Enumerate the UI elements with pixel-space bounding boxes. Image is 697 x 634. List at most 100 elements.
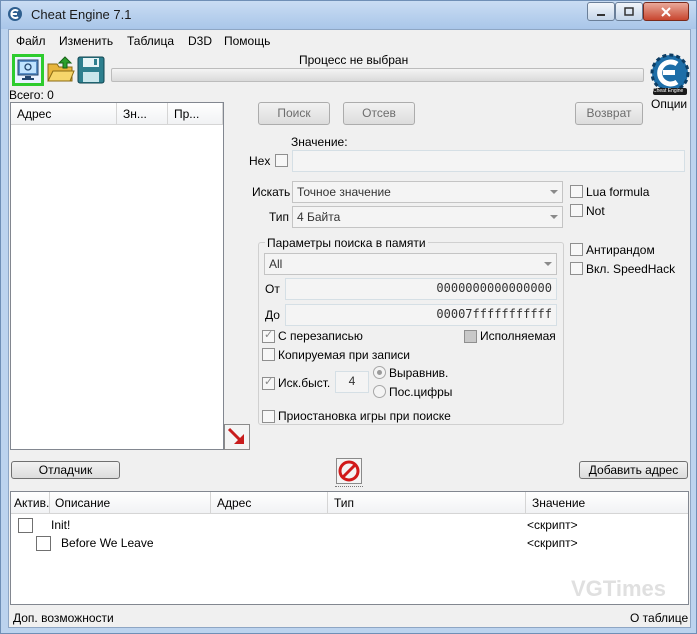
last-digits-radio[interactable] [373,385,386,398]
unrandomizer-checkbox[interactable] [570,243,583,256]
lua-formula-label: Lua formula [586,185,650,199]
menu-edit[interactable]: Изменить [59,34,113,48]
computer-icon [17,59,39,80]
logo-text: Cheat Engine [653,88,684,94]
process-label: Процесс не выбран [299,53,409,67]
hex-label: Hex [249,154,271,168]
lua-formula-checkbox[interactable] [570,185,583,198]
executable-checkbox[interactable] [464,330,477,343]
memory-region-value: All [269,257,283,271]
row-active-checkbox[interactable] [18,518,33,533]
scan-type-label: Искать [252,185,291,199]
not-checkbox[interactable] [570,204,583,217]
list-col-active[interactable]: Актив. [11,492,50,514]
last-digits-label: Пос.цифры [389,385,453,399]
close-button[interactable] [643,2,689,21]
stop-address-input[interactable]: 00007fffffffffff [285,304,557,326]
memory-view-button[interactable]: Отладчик [11,461,120,479]
minimize-button[interactable] [587,2,615,21]
fast-scan-label: Иск.быст. [278,376,331,390]
speedhack-label: Вкл. SpeedHack [586,262,676,276]
value-label: Значение: [291,135,348,149]
speedhack-checkbox[interactable] [570,262,583,275]
client-area: Файл Изменить Таблица D3D Помощь Процесс… [8,29,691,628]
menu-file[interactable]: Файл [16,34,46,48]
value-input[interactable] [292,150,685,172]
select-process-button[interactable] [12,54,44,86]
maximize-icon [624,6,634,16]
to-label: До [265,308,280,322]
row-description: Before We Leave [61,536,154,550]
open-folder-icon [47,56,75,82]
results-col-address[interactable]: Адрес [11,103,117,125]
title-bar[interactable]: Cheat Engine 7.1 [1,1,696,29]
executable-label: Исполняемая [480,329,556,343]
save-table-button[interactable] [76,55,106,85]
address-list[interactable]: Актив. Описание Адрес Тип Значение Init!… [10,491,689,605]
no-entry-icon [338,460,360,482]
found-count: Всего: 0 [9,88,54,102]
alignment-label: Выравнив. [389,366,449,380]
scan-type-select[interactable]: Точное значение [292,181,563,203]
fast-scan-value-input[interactable]: 4 [335,371,369,393]
settings-label: Опции [651,97,688,111]
alignment-radio[interactable] [373,366,386,379]
splitter-grip [335,486,363,488]
value-type-select[interactable]: 4 Байта [292,206,563,228]
memory-region-select[interactable]: All [264,253,557,275]
row-value: <скрипт> [527,518,578,532]
pause-game-checkbox[interactable] [262,410,275,423]
scan-progress-bar [111,68,644,82]
watermark: VGTimes [571,576,666,601]
splitter[interactable] [9,484,690,490]
memory-scan-options-title: Параметры поиска в памяти [265,236,428,250]
arrow-down-right-icon [227,427,244,444]
minimize-icon [597,13,605,16]
row-description: Init! [51,518,71,532]
writable-label: С перезаписью [278,329,363,343]
undo-scan-button[interactable]: Возврат [575,102,643,125]
value-type-value: 4 Байта [297,210,341,224]
main-window: Cheat Engine 7.1 Файл Изменить Таблица D… [0,0,697,634]
row-value: <скрипт> [527,536,578,550]
results-col-previous[interactable]: Пр... [168,103,223,125]
menu-bar: Файл Изменить Таблица D3D Помощь [9,30,690,52]
table-extras-link[interactable]: О таблице [630,611,688,625]
maximize-button[interactable] [615,2,643,21]
cheat-engine-icon [8,7,22,21]
writable-checkbox[interactable] [262,328,275,343]
value-type-label: Тип [269,210,290,224]
list-col-address[interactable]: Адрес [211,492,328,514]
row-active-checkbox[interactable] [36,536,51,551]
start-address-input[interactable]: 0000000000000000 [285,278,557,300]
floppy-disk-icon [77,56,105,84]
chevron-down-icon [544,262,552,266]
unrandomizer-label: Антирандом [586,243,655,257]
menu-table[interactable]: Таблица [127,34,174,48]
list-col-value[interactable]: Значение [526,492,688,514]
menu-d3d[interactable]: D3D [188,34,212,48]
menu-help[interactable]: Помощь [224,34,270,48]
table-row[interactable]: Init! <скрипт> [11,516,688,534]
open-table-button[interactable] [46,55,76,85]
list-col-type[interactable]: Тип [328,492,526,514]
add-address-button[interactable]: Добавить адрес [579,461,688,479]
pause-game-label: Приостановка игры при поиске [278,409,451,423]
from-label: От [265,282,280,296]
copy-on-write-checkbox[interactable] [262,348,275,361]
hex-checkbox[interactable] [275,154,288,167]
chevron-down-icon [550,190,558,194]
next-scan-button[interactable]: Отсев [343,102,415,125]
settings-logo-button[interactable]: Cheat Engine Опции [649,52,691,111]
table-row[interactable]: Before We Leave <скрипт> [11,534,688,552]
add-selected-to-list-button[interactable] [224,424,250,450]
scan-type-value: Точное значение [297,185,391,199]
results-col-value[interactable]: Зн... [117,103,168,125]
advanced-options-link[interactable]: Доп. возможности [13,611,114,625]
clear-list-button[interactable] [336,458,362,484]
copy-on-write-label: Копируемая при записи [278,348,410,362]
list-col-description[interactable]: Описание [50,492,211,514]
first-scan-button[interactable]: Поиск [258,102,330,125]
fast-scan-checkbox[interactable] [262,375,275,390]
scan-results-list[interactable]: Адрес Зн... Пр... [10,102,224,450]
